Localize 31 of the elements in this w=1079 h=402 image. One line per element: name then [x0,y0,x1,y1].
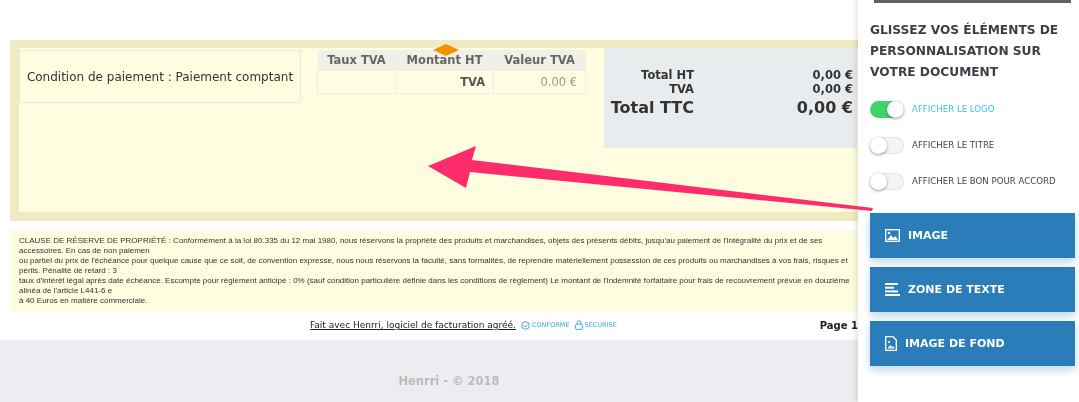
henrri-link[interactable]: Fait avec Henrri, logiciel de facturation agréé. [310,320,516,330]
page-number: Page 1 [819,319,858,331]
drag-handle-icon[interactable] [433,44,459,56]
toggle-label: AFFICHER LE LOGO [912,104,995,114]
column-header: Montant HT [395,50,494,71]
element-button[interactable]: ZONE DE TEXTE [870,267,1075,312]
toggle-switch[interactable] [870,100,904,118]
payment-condition: Condition de paiement : Paiement comptant [19,50,301,103]
total-value: 0,00 € [795,97,853,119]
image-file-icon [885,336,897,351]
column-header: Valeur TVA [493,50,586,71]
total-value: 0,00 € [811,82,853,96]
check-circle-icon [520,320,530,330]
image-icon [885,229,900,242]
table-cell: TVA [460,75,486,89]
total-value: 0,00 € [811,68,853,82]
table-cell: 0.00 € [540,75,577,89]
panel-heading: GLISSEZ VOS ÉLÉMENTS DE PERSONNALISATION SUR VOTRE DOCUMENT [870,21,1060,81]
total-label: Total HT [640,68,694,82]
text-lines-icon [885,283,900,296]
toggle-label: AFFICHER LE TITRE [912,140,995,150]
toggle-label: AFFICHER LE BON POUR ACCORD [912,176,1056,186]
column-header: Taux TVA [317,50,396,71]
toggle-switch[interactable] [870,172,904,190]
total-label: Total TTC [609,97,694,119]
toggle-switch[interactable] [870,136,904,154]
element-button[interactable]: IMAGE [870,213,1075,258]
lock-icon [574,320,583,330]
total-label: TVA [668,82,694,96]
legal-text-line: à 40 Euros en matière commerciale. [19,296,149,306]
element-button[interactable]: IMAGE DE FOND [870,321,1075,366]
